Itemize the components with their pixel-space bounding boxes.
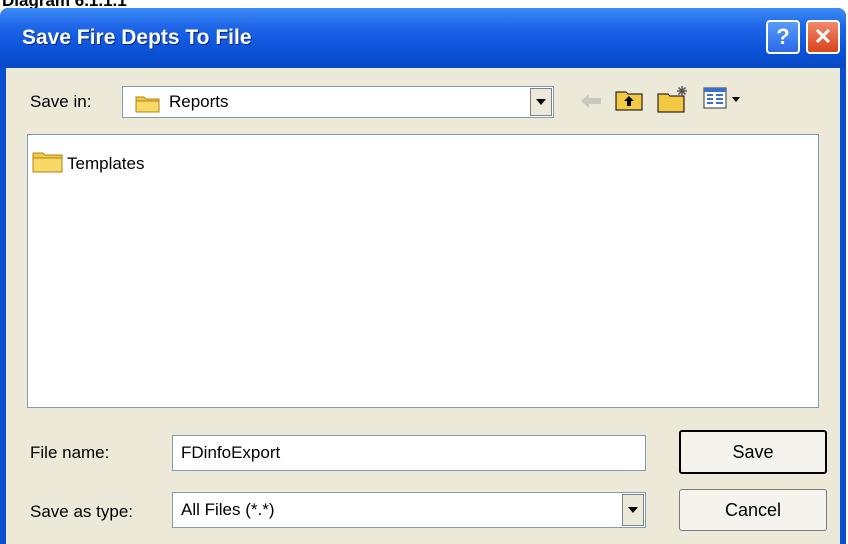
save-in-label: Save in: [30, 92, 92, 111]
close-button[interactable]: ✕ [806, 20, 840, 54]
file-name-input[interactable]: FDinfoExport [172, 435, 646, 471]
view-menu-icon[interactable] [702, 86, 742, 117]
list-item[interactable]: Templates [32, 149, 144, 178]
help-button[interactable]: ? [766, 20, 800, 54]
back-arrow-icon[interactable] [578, 90, 604, 117]
file-name-value: FDinfoExport [181, 443, 281, 462]
save-as-type-label: Save as type: [30, 502, 134, 521]
save-dialog: Save Fire Depts To File ? ✕ Save in: Rep… [0, 8, 846, 544]
dialog-title: Save Fire Depts To File [22, 26, 252, 49]
new-folder-icon[interactable] [656, 84, 690, 119]
save-in-dropdown[interactable]: Reports [122, 86, 554, 118]
file-list[interactable]: Templates [27, 134, 819, 408]
chevron-down-icon[interactable] [530, 88, 552, 116]
chevron-down-icon[interactable] [622, 494, 644, 526]
cancel-button[interactable]: Cancel [679, 489, 827, 531]
dialog-body: Save in: Reports Templates File name: FD… [6, 68, 840, 544]
save-in-value: Reports [169, 92, 229, 111]
folder-icon [135, 93, 161, 118]
title-bar[interactable]: Save Fire Depts To File ? ✕ [0, 8, 846, 68]
list-item-label: Templates [67, 153, 145, 173]
save-button[interactable]: Save [679, 430, 827, 474]
folder-icon [32, 149, 64, 178]
file-name-label: File name: [30, 443, 110, 462]
up-one-level-icon[interactable] [614, 86, 644, 119]
save-as-type-dropdown[interactable]: All Files (*.*) [172, 492, 646, 528]
save-as-type-value: All Files (*.*) [181, 500, 275, 519]
